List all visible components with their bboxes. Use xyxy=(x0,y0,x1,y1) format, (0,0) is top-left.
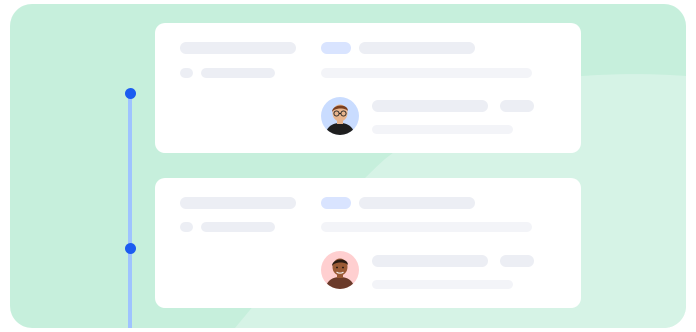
description-placeholder xyxy=(321,222,532,232)
timeline-line xyxy=(128,92,132,328)
timeline-dot xyxy=(124,242,136,254)
name-placeholder xyxy=(372,100,488,112)
badge-placeholder xyxy=(500,255,534,267)
name-placeholder xyxy=(372,255,488,267)
person-avatar-icon xyxy=(321,97,359,135)
title-placeholder xyxy=(180,197,296,209)
badge-placeholder xyxy=(500,100,534,112)
meta-icon-placeholder xyxy=(180,68,193,78)
subtext-placeholder xyxy=(372,125,513,134)
meta-text-placeholder xyxy=(201,68,275,78)
timeline-dot xyxy=(124,87,136,99)
timeline-card[interactable] xyxy=(155,23,581,153)
timeline-card[interactable] xyxy=(155,178,581,308)
tag-placeholder xyxy=(321,42,351,54)
person-avatar-icon xyxy=(321,251,359,289)
meta-icon-placeholder xyxy=(180,222,193,232)
illustration-frame xyxy=(10,4,686,328)
subtext-placeholder xyxy=(372,280,513,289)
heading-placeholder xyxy=(359,42,475,54)
heading-placeholder xyxy=(359,197,475,209)
description-placeholder xyxy=(321,68,532,78)
meta-text-placeholder xyxy=(201,222,275,232)
title-placeholder xyxy=(180,42,296,54)
tag-placeholder xyxy=(321,197,351,209)
